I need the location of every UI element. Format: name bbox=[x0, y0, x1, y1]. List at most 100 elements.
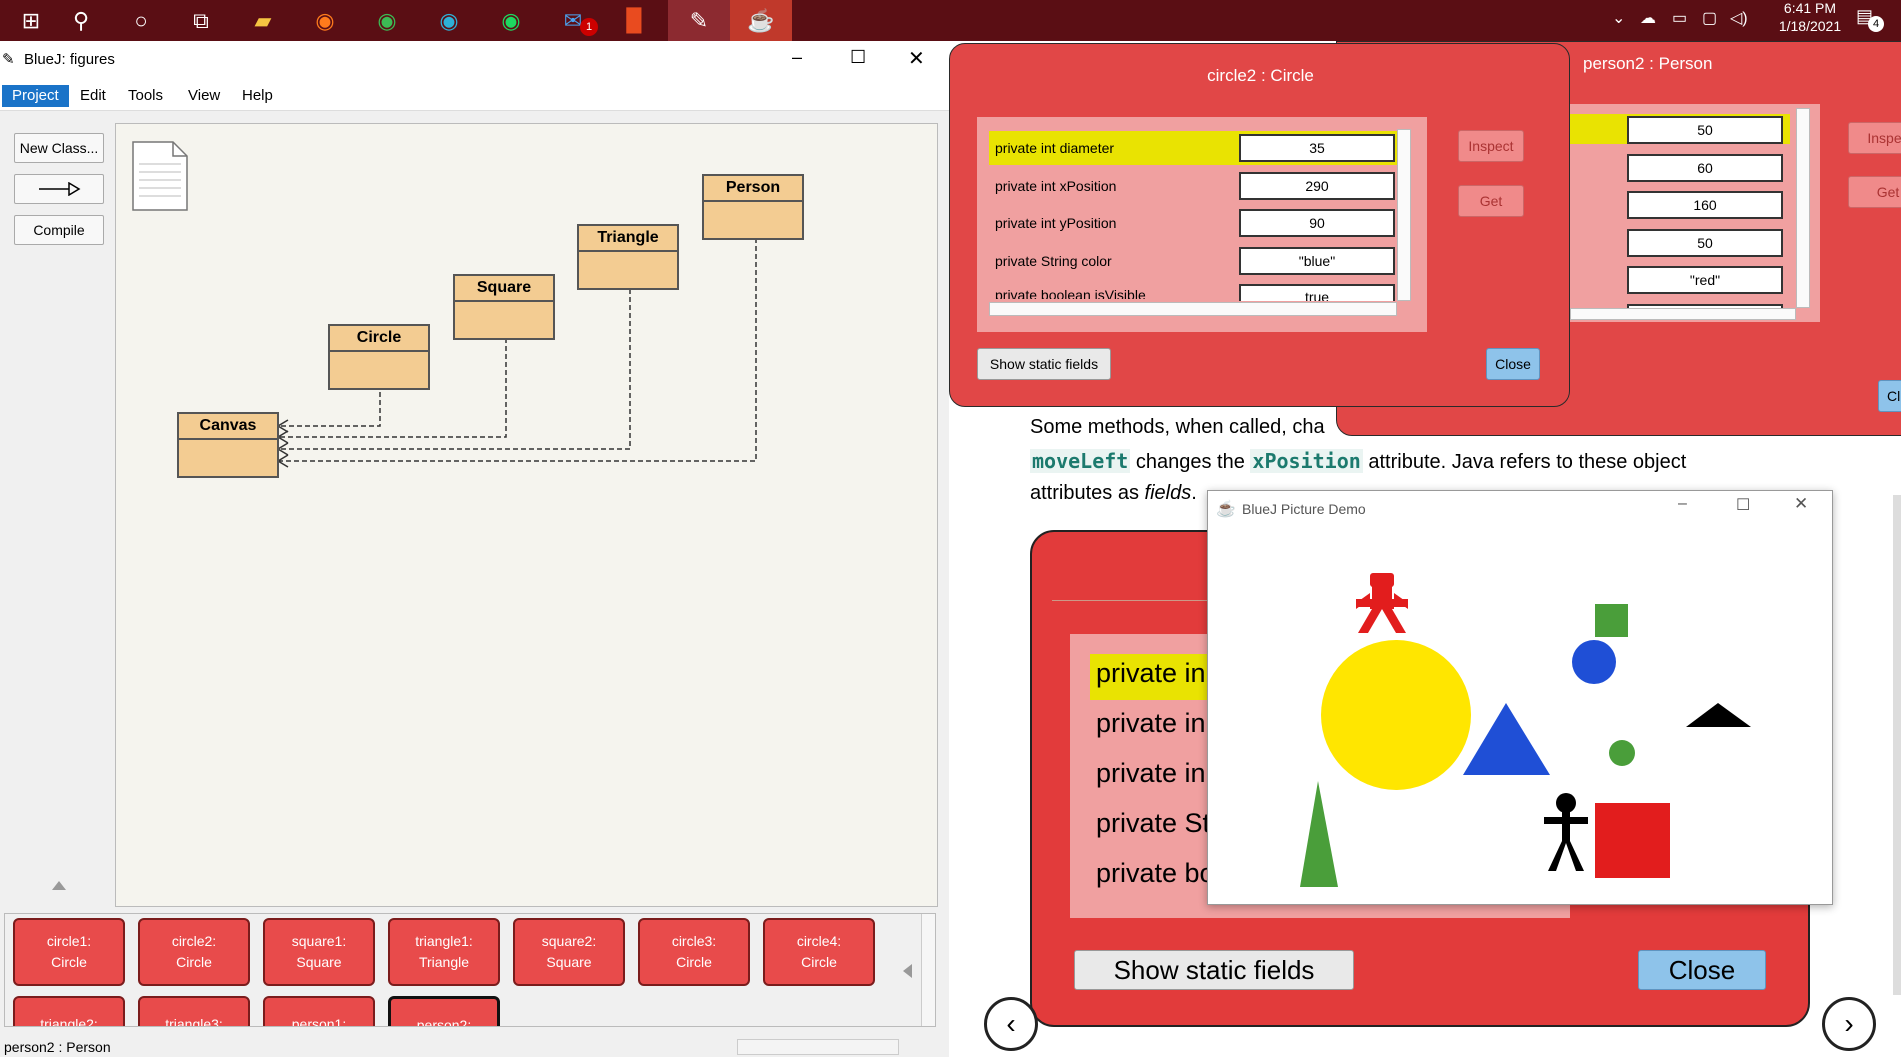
bluej-taskbar-icon[interactable]: ✎ bbox=[668, 0, 730, 41]
black-triangle bbox=[1686, 703, 1751, 727]
tutorial-line1: Some methods, when called, cha bbox=[1030, 416, 1325, 438]
circle-get-button[interactable]: Get bbox=[1458, 185, 1524, 217]
close-icon[interactable]: ✕ bbox=[908, 46, 925, 71]
circle-field-value-1[interactable]: 290 bbox=[1239, 172, 1395, 200]
menu-help[interactable]: Help bbox=[232, 85, 283, 107]
new-class-button[interactable]: New Class... bbox=[14, 133, 104, 163]
bench-left-arrow-icon[interactable] bbox=[903, 964, 912, 978]
tutorial-show-static-button: Show static fields bbox=[1074, 950, 1354, 990]
volume-icon[interactable]: ◁) bbox=[1730, 8, 1748, 28]
collapse-arrow-icon[interactable] bbox=[52, 881, 66, 890]
tray-overflow-icon[interactable]: ⌄ bbox=[1612, 8, 1625, 28]
menu-edit[interactable]: Edit bbox=[70, 85, 116, 107]
status-progress bbox=[737, 1039, 899, 1055]
person-close-button[interactable]: Cl bbox=[1878, 380, 1901, 412]
code-moveLeft: moveLeft bbox=[1030, 449, 1131, 473]
clock-date[interactable]: 1/18/2021 bbox=[1770, 18, 1850, 34]
tutorial-line3-pre: attributes as bbox=[1030, 482, 1145, 504]
firefox-icon[interactable]: ◉ bbox=[294, 0, 356, 41]
onedrive-warning-icon[interactable]: ☁ bbox=[1640, 8, 1656, 28]
page-scrollbar[interactable] bbox=[1893, 495, 1901, 995]
tutorial-line3: attributes as fields. bbox=[1030, 482, 1197, 505]
circle-field-name-2: private int yPosition bbox=[995, 215, 1117, 231]
notification-center-icon[interactable]: ▤ 4 bbox=[1856, 6, 1884, 32]
maximize-icon[interactable]: ☐ bbox=[850, 47, 866, 68]
inspector-person-title: person2 : Person bbox=[1583, 54, 1713, 73]
person-field-value-3[interactable]: 50 bbox=[1627, 229, 1783, 257]
person-field-value-1[interactable]: 60 bbox=[1627, 154, 1783, 182]
class-canvas[interactable]: Canvas bbox=[177, 412, 279, 478]
class-circle[interactable]: Circle bbox=[328, 324, 430, 390]
tutorial-field-0: private in bbox=[1096, 658, 1206, 688]
class-diagram[interactable]: Person Triangle Square Circle Canvas bbox=[115, 123, 938, 907]
class-square[interactable]: Square bbox=[453, 274, 555, 340]
edge-icon[interactable]: ◉ bbox=[418, 0, 480, 41]
circle-inspect-button[interactable]: Inspect bbox=[1458, 130, 1524, 162]
tutorial-field-4: private bo bbox=[1096, 858, 1215, 888]
person-field-value-2[interactable]: 160 bbox=[1627, 191, 1783, 219]
object-type: Square bbox=[546, 954, 592, 970]
small-green-circle bbox=[1609, 740, 1635, 766]
object-circle4[interactable]: circle4: Circle bbox=[763, 918, 875, 986]
java-app-taskbar-icon[interactable]: ☕ bbox=[730, 0, 792, 41]
person-get-button[interactable]: Get bbox=[1848, 176, 1901, 208]
battery-icon[interactable]: ▭ bbox=[1672, 8, 1687, 28]
tutorial-field-3: private St bbox=[1096, 808, 1211, 838]
circle-hscroll[interactable] bbox=[989, 302, 1397, 316]
person-inspect-button[interactable]: Inspec bbox=[1848, 122, 1901, 154]
object-label: square2: bbox=[541, 933, 597, 949]
object-person2[interactable]: person2: bbox=[388, 996, 500, 1026]
network-icon[interactable]: ▢ bbox=[1702, 8, 1717, 28]
object-circle3[interactable]: circle3: Circle bbox=[638, 918, 750, 986]
circle-show-static-button[interactable]: Show static fields bbox=[977, 348, 1111, 380]
arrow-tool-button[interactable] bbox=[14, 174, 104, 204]
object-square1[interactable]: square1: Square bbox=[263, 918, 375, 986]
menu-view[interactable]: View bbox=[178, 85, 230, 107]
compile-button[interactable]: Compile bbox=[14, 215, 104, 245]
class-triangle-name: Triangle bbox=[579, 226, 677, 252]
minimize-icon[interactable]: – bbox=[792, 47, 802, 68]
object-triangle3[interactable]: triangle3: bbox=[138, 996, 250, 1026]
person-hscroll[interactable] bbox=[1570, 308, 1796, 320]
object-square2[interactable]: square2: Square bbox=[513, 918, 625, 986]
clock-time[interactable]: 6:41 PM bbox=[1770, 0, 1850, 16]
circle-close-button[interactable]: Close bbox=[1486, 348, 1540, 380]
person-vscroll[interactable] bbox=[1796, 108, 1810, 308]
office-icon[interactable]: ▉ bbox=[604, 0, 666, 41]
object-person1[interactable]: person1: bbox=[263, 996, 375, 1027]
file-explorer-icon[interactable]: ▰ bbox=[232, 0, 294, 41]
spotify-icon[interactable]: ◉ bbox=[480, 0, 542, 41]
class-square-name: Square bbox=[455, 276, 553, 302]
object-circle2[interactable]: circle2: Circle bbox=[138, 918, 250, 986]
prev-page-icon[interactable]: ‹ bbox=[984, 997, 1038, 1051]
cortana-icon[interactable]: ○ bbox=[110, 0, 172, 41]
object-type: Circle bbox=[801, 954, 837, 970]
task-view-icon[interactable]: ⧉ bbox=[170, 0, 232, 41]
menu-tools[interactable]: Tools bbox=[118, 85, 173, 107]
mail-icon[interactable]: ✉ 1 bbox=[542, 0, 604, 41]
notification-badge: 4 bbox=[1868, 16, 1884, 32]
circle-field-value-2[interactable]: 90 bbox=[1239, 209, 1395, 237]
chrome-icon[interactable]: ◉ bbox=[356, 0, 418, 41]
search-icon[interactable]: ⚲ bbox=[50, 0, 112, 41]
object-label: triangle2: bbox=[40, 1016, 98, 1027]
person-field-value-0[interactable]: 50 bbox=[1627, 116, 1783, 144]
class-triangle[interactable]: Triangle bbox=[577, 224, 679, 290]
circle-vscroll[interactable] bbox=[1397, 129, 1411, 301]
circle-field-value-4[interactable]: true bbox=[1239, 284, 1395, 301]
object-triangle1[interactable]: triangle1: Triangle bbox=[388, 918, 500, 986]
next-page-icon[interactable]: › bbox=[1822, 997, 1876, 1051]
person-field-value-4[interactable]: "red" bbox=[1627, 266, 1783, 294]
object-triangle2[interactable]: triangle2: bbox=[13, 996, 125, 1027]
object-circle1[interactable]: circle1: Circle bbox=[13, 918, 125, 986]
circle-field-value-0[interactable]: 35 bbox=[1239, 134, 1395, 162]
picture-demo-window[interactable]: ☕ BlueJ Picture Demo – ☐ ✕ bbox=[1207, 490, 1833, 905]
object-label: person1: bbox=[291, 1016, 347, 1027]
bench-scrollbar[interactable] bbox=[921, 914, 935, 1026]
menu-project[interactable]: Project bbox=[2, 85, 69, 107]
bluej-app-icon: ✎ bbox=[2, 51, 15, 68]
inspector-circle-title: circle2 : Circle bbox=[1207, 66, 1314, 85]
class-person[interactable]: Person bbox=[702, 174, 804, 240]
circle-field-value-3[interactable]: "blue" bbox=[1239, 247, 1395, 275]
inspector-circle-window[interactable]: circle2 : Circle private int diameter pr… bbox=[949, 43, 1570, 407]
